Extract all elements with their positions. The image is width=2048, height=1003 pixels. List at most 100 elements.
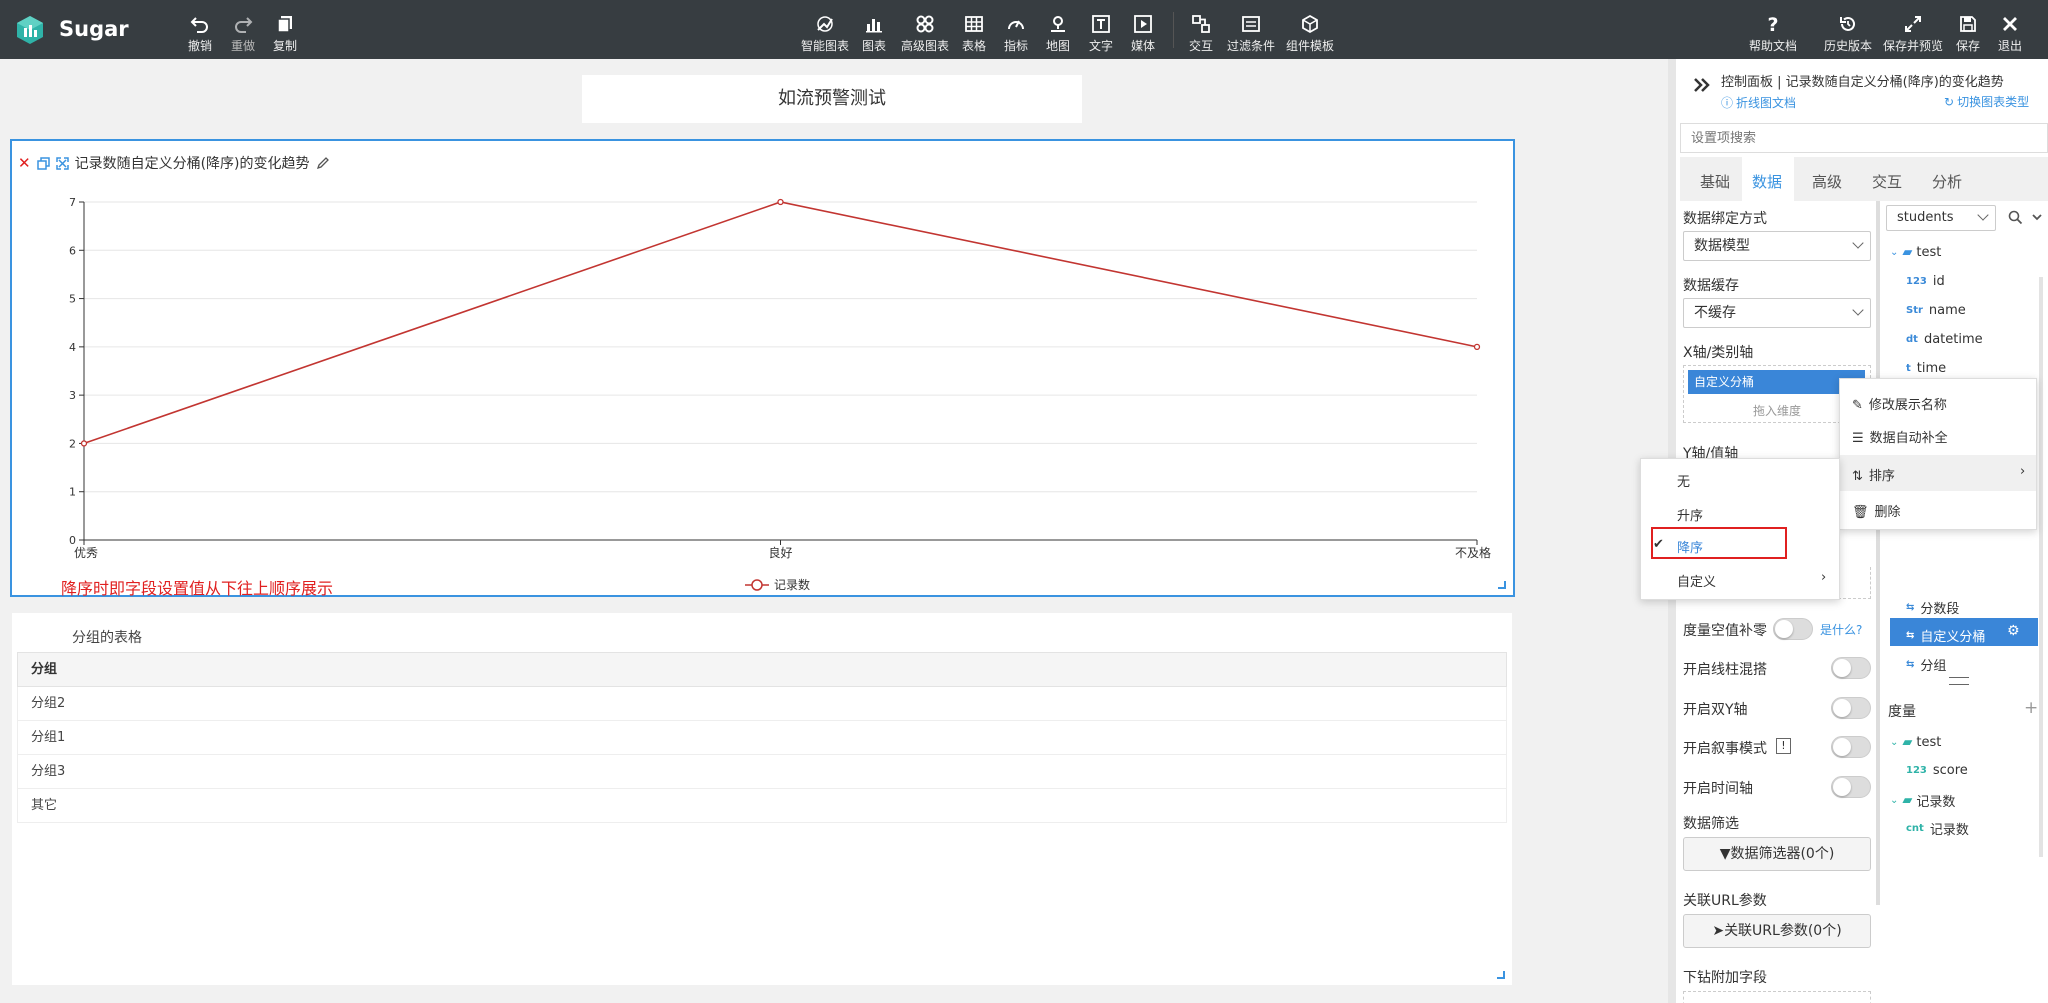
settings-search-input[interactable]	[1680, 123, 2048, 153]
datetime-type-icon: dt	[1906, 334, 1918, 345]
dashboard-title[interactable]: 如流预警测试	[582, 75, 1082, 123]
table-button[interactable]: 表格	[962, 14, 986, 54]
sort-option-asc[interactable]: 升序	[1677, 505, 1703, 524]
tab-basic[interactable]: 基础	[1700, 171, 1730, 192]
dual-y-axis-toggle[interactable]	[1831, 697, 1871, 719]
url-params-button[interactable]: ➤关联URL参数(0个)	[1683, 914, 1871, 948]
undo-button[interactable]: 撤销	[188, 14, 212, 54]
drag-splitter-icon[interactable]	[1949, 677, 1969, 685]
save-and-preview-button[interactable]: 保存并预览	[1883, 14, 1943, 54]
bind-mode-label: 数据绑定方式	[1683, 211, 1767, 227]
field-item[interactable]: 123 score	[1906, 763, 1968, 778]
interaction-button[interactable]: 交互	[1189, 14, 1213, 54]
line-chart-doc-link[interactable]: ⓘ 折线图文档	[1721, 94, 1796, 111]
tab-data[interactable]: 数据	[1752, 171, 1782, 192]
collapse-panel-icon[interactable]	[1692, 75, 1712, 95]
fields-scrollbar[interactable]	[2039, 277, 2043, 857]
advanced-chart-button[interactable]: 高级图表	[901, 14, 949, 54]
resize-handle-icon[interactable]	[1498, 581, 1506, 589]
field-item[interactable]: dt datetime	[1906, 332, 1983, 347]
narrative-mode-toggle[interactable]	[1831, 736, 1871, 758]
tree-folder[interactable]: ⌄ ▰ test	[1890, 245, 1941, 260]
chevron-down-icon[interactable]	[2031, 211, 2043, 223]
metric-button[interactable]: 指标	[1004, 14, 1028, 54]
menu-item-rename[interactable]: ✎ 修改展示名称	[1852, 394, 1947, 413]
highlight-box	[1651, 527, 1787, 559]
gear-icon[interactable]: ⚙	[2007, 623, 2020, 639]
line-chart-widget[interactable]: ✕ 记录数随自定义分桶(降序)的变化趋势 0 1 2 3 4 5 6 7 优秀 良好 不及格 记录数 …	[10, 139, 1515, 598]
count-type-icon: cnt	[1906, 823, 1924, 834]
save-button[interactable]: 保存	[1956, 14, 1980, 54]
field-item[interactable]: ⇆ 分数段	[1906, 598, 1959, 617]
drill-fields-drop-zone[interactable]	[1683, 991, 1871, 1003]
toolbar-divider	[1173, 12, 1174, 48]
chevron-down-icon	[1852, 304, 1864, 316]
app-name: Sugar	[59, 17, 129, 41]
switch-chart-type-link[interactable]: ↻ 切换图表类型	[1944, 93, 2029, 110]
sort-icon: ⇅	[1852, 469, 1863, 484]
sort-submenu: 无 升序 ✔ 降序 自定义 ›	[1640, 458, 1840, 600]
table-row: 其它	[17, 789, 1507, 823]
dataset-select[interactable]: students	[1886, 205, 1996, 231]
info-badge-icon: !	[1776, 738, 1791, 754]
tab-interaction[interactable]: 交互	[1872, 171, 1902, 192]
cache-select[interactable]: 不缓存	[1683, 298, 1871, 328]
field-context-menu: ✎ 修改展示名称 ☰ 数据自动补全 ⇅ 排序 › 🗑 删除	[1839, 378, 2037, 530]
chevron-down-icon: ⌄	[1890, 247, 1899, 258]
tab-analysis[interactable]: 分析	[1932, 171, 1962, 192]
tree-folder[interactable]: ⌄ ▰ test	[1890, 735, 1941, 750]
menu-item-auto-complete[interactable]: ☰ 数据自动补全	[1852, 427, 1948, 446]
settings-scrollbar[interactable]	[1876, 201, 1880, 905]
folder-icon: ▰	[1902, 245, 1913, 260]
field-item[interactable]: 123 id	[1906, 274, 1945, 289]
chevron-down-icon: ⌄	[1890, 737, 1899, 748]
map-button[interactable]: 地图	[1046, 14, 1070, 54]
trash-icon: 🗑	[1852, 505, 1869, 520]
sort-option-none[interactable]: 无	[1677, 471, 1690, 490]
data-point	[777, 198, 784, 206]
narrative-mode-label: 开启叙事模式	[1683, 741, 1767, 757]
folder-icon: ▰	[1902, 735, 1913, 750]
copy-button[interactable]: 复制	[273, 14, 297, 54]
close-icon	[2003, 17, 2017, 31]
media-button[interactable]: 媒体	[1131, 14, 1155, 54]
field-item-label: ⇆ 自定义分桶	[1906, 630, 1986, 645]
field-item[interactable]: cnt 记录数	[1906, 819, 1969, 838]
redo-button[interactable]: 重做	[231, 14, 255, 54]
data-filter-button[interactable]: ▼数据筛选器(0个)	[1683, 837, 1871, 871]
field-item[interactable]: ⇆ 分组	[1906, 655, 1946, 674]
exit-button[interactable]: 退出	[1998, 14, 2022, 54]
smart-chart-button[interactable]: 智能图表	[801, 14, 849, 54]
zero-fill-toggle[interactable]	[1773, 618, 1813, 640]
line-bar-mix-toggle[interactable]	[1831, 657, 1871, 679]
y-tick-label: 7	[69, 196, 76, 209]
tab-advanced[interactable]: 高级	[1812, 171, 1842, 192]
media-play-icon	[1134, 15, 1152, 33]
history-version-button[interactable]: 历史版本	[1824, 14, 1872, 54]
filter-condition-button[interactable]: 过滤条件	[1227, 14, 1275, 54]
advanced-chart-icon	[916, 15, 934, 33]
menu-item-delete[interactable]: 🗑 删除	[1852, 501, 1901, 520]
time-axis-toggle[interactable]	[1831, 776, 1871, 798]
field-item[interactable]: t time	[1906, 361, 1946, 376]
component-template-button[interactable]: 组件模板	[1286, 14, 1334, 54]
legend-label: 记录数	[774, 577, 810, 592]
chart-button[interactable]: 图表	[862, 14, 886, 54]
bucket-icon: ⇆	[1906, 659, 1915, 670]
text-button[interactable]: 文字	[1089, 14, 1113, 54]
resize-handle-icon[interactable]	[1497, 971, 1505, 979]
list-icon: ☰	[1852, 431, 1864, 446]
table-row: 分组3	[17, 755, 1507, 789]
add-measure-icon[interactable]: +	[2024, 698, 2038, 718]
bind-mode-select[interactable]: 数据模型	[1683, 231, 1871, 261]
field-item[interactable]: Str name	[1906, 303, 1966, 318]
sort-option-custom[interactable]: 自定义	[1677, 571, 1716, 590]
time-type-icon: t	[1906, 363, 1911, 374]
x-tick-label: 良好	[768, 545, 792, 560]
help-doc-button[interactable]: ? 帮助文档	[1749, 14, 1797, 54]
what-is-link[interactable]: 是什么?	[1820, 621, 1862, 638]
search-icon[interactable]	[2008, 210, 2023, 225]
table-widget[interactable]: 分组的表格 分组 分组2 分组1 分组3 其它	[12, 613, 1512, 985]
y-tick-label: 2	[69, 437, 76, 450]
tree-folder[interactable]: ⌄ ▰ 记录数	[1890, 791, 1955, 810]
